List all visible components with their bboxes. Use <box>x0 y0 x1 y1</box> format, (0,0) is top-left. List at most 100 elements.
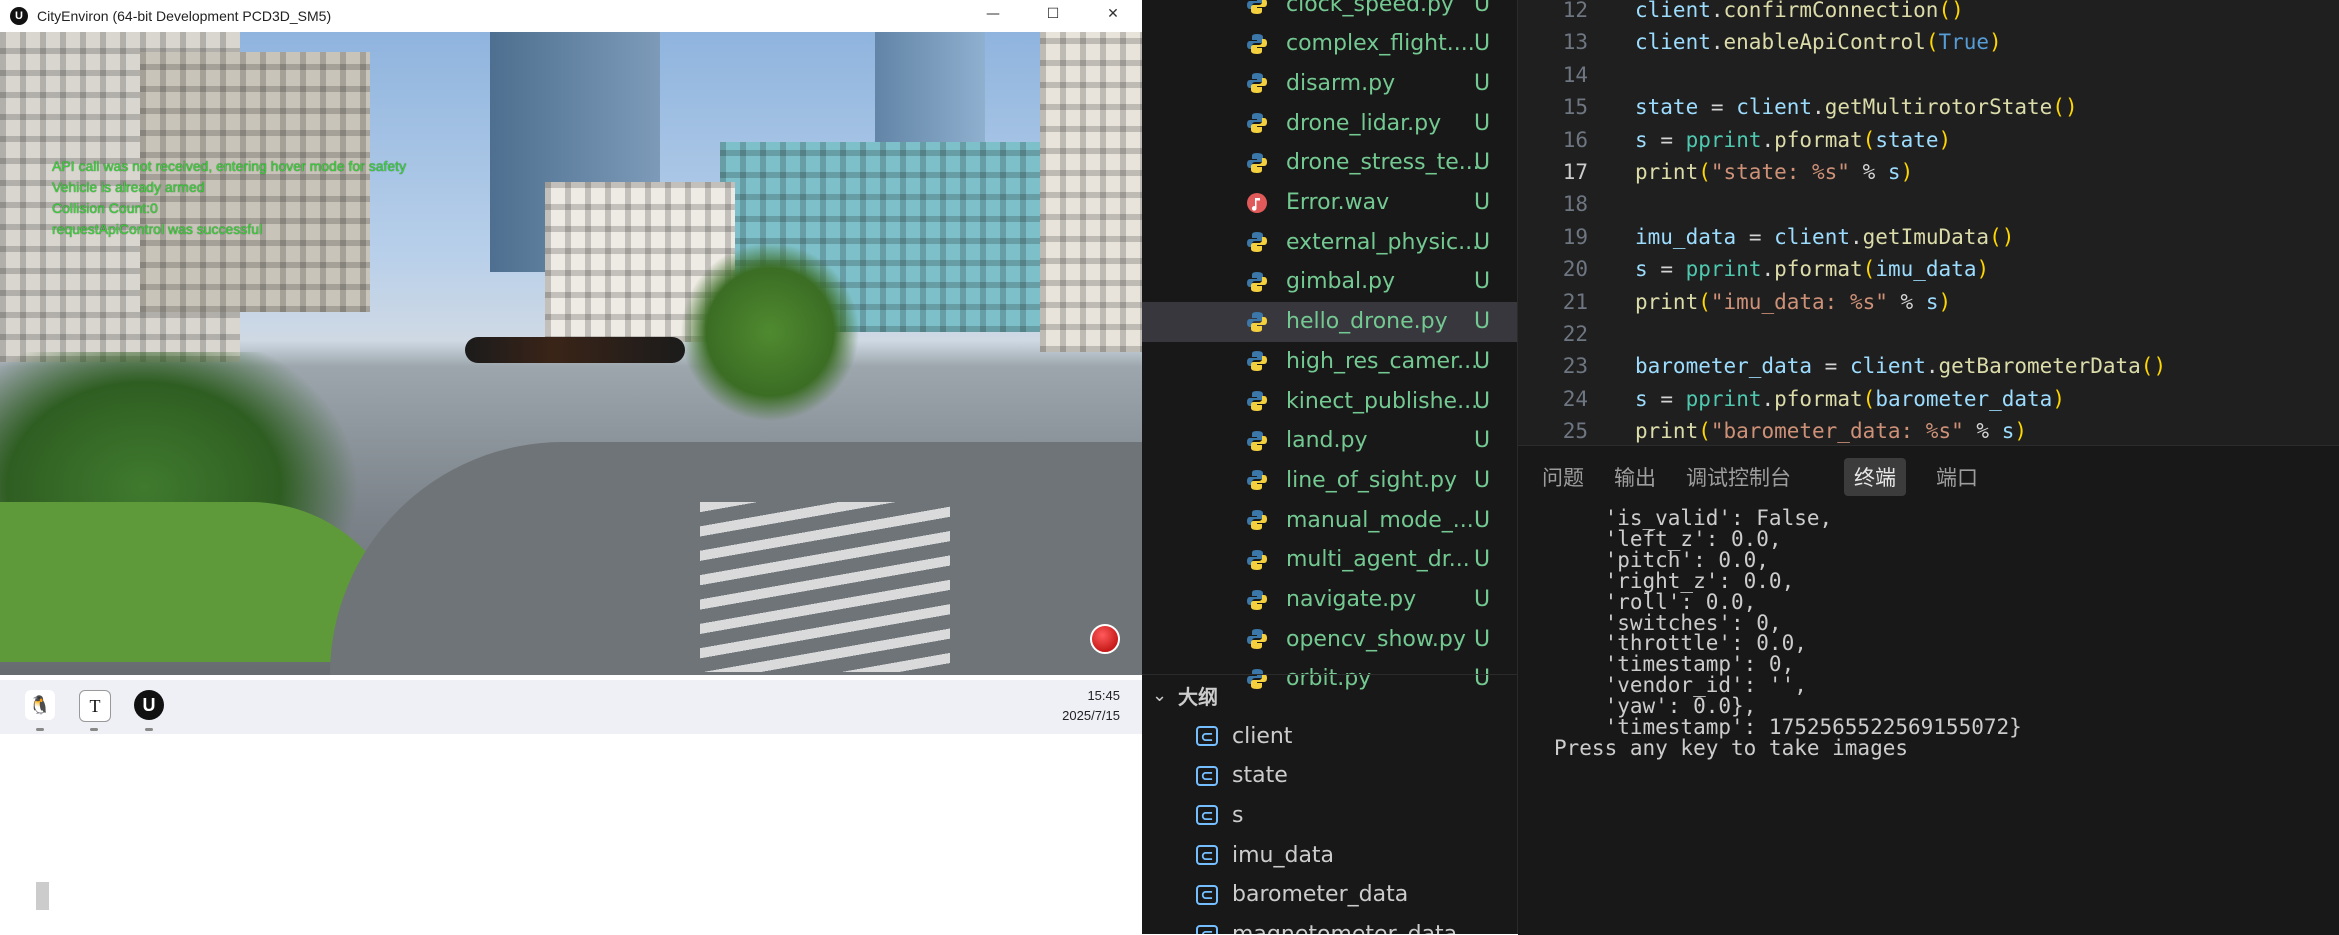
variable-icon: ⊂ <box>1196 805 1218 826</box>
python-icon <box>1246 350 1268 372</box>
file-name: gimbal.py <box>1286 269 1396 295</box>
outline-item[interactable]: ⊂ barometer_data <box>1142 875 1517 915</box>
outline-item[interactable]: ⊂ client <box>1142 716 1517 756</box>
outline-item[interactable]: ⊂ magnetometer_data <box>1142 915 1517 934</box>
python-icon <box>1246 33 1268 55</box>
window-title: CityEnviron (64-bit Development PCD3D_SM… <box>37 8 332 24</box>
hud-message: API call was not received, entering hove… <box>52 158 407 174</box>
git-status-badge: U <box>1474 31 1491 57</box>
bottom-panel: 问题 输出 调试控制台 终端 端口 'is_valid': False, 'le… <box>1518 445 2339 935</box>
unreal-icon[interactable]: U <box>134 690 164 720</box>
file-name: drone_stress_te... <box>1286 150 1480 176</box>
file-item[interactable]: high_res_camer... U <box>1142 341 1517 381</box>
code-line[interactable]: 18 <box>1518 188 2339 220</box>
maximize-button[interactable]: ☐ <box>1024 0 1082 28</box>
file-name: multi_agent_dr... <box>1286 547 1470 573</box>
code-line[interactable]: 14 <box>1518 59 2339 91</box>
git-status-badge: U <box>1474 110 1491 136</box>
file-item[interactable]: line_of_sight.py U <box>1142 460 1517 500</box>
file-item[interactable]: disarm.py U <box>1142 63 1517 103</box>
file-item[interactable]: manual_mode_... U <box>1142 500 1517 540</box>
code-line[interactable]: 20 s = pprint.pformat(imu_data) <box>1518 253 2339 285</box>
code-line[interactable]: 24 s = pprint.pformat(barometer_data) <box>1518 383 2339 415</box>
code-line[interactable]: 15 state = client.getMultirotorState() <box>1518 91 2339 123</box>
line-number: 16 <box>1562 127 1588 152</box>
code-line[interactable]: 22 <box>1518 318 2339 350</box>
qq-icon[interactable]: 🐧 <box>25 690 55 720</box>
file-item[interactable]: external_physic... U <box>1142 222 1517 262</box>
hud-message: requestApiControl was successful <box>52 221 263 237</box>
file-item[interactable]: opencv_show.py U <box>1142 619 1517 659</box>
close-button[interactable]: ✕ <box>1084 0 1142 28</box>
typora-icon[interactable]: T <box>79 690 111 722</box>
record-button[interactable] <box>1090 624 1120 654</box>
file-name: external_physic... <box>1286 229 1480 255</box>
outline-header[interactable]: ⌄ 大纲 <box>1142 674 1517 715</box>
tab-problems[interactable]: 问题 <box>1532 458 1594 496</box>
line-number: 19 <box>1562 224 1588 249</box>
git-status-badge: U <box>1474 269 1491 295</box>
code-line[interactable]: 25 print("barometer_data: %s" % s) <box>1518 415 2339 445</box>
tab-debug-console[interactable]: 调试控制台 <box>1676 458 1801 496</box>
chevron-down-icon: ⌄ <box>1152 684 1168 706</box>
file-item[interactable]: multi_agent_dr... U <box>1142 540 1517 580</box>
code-text: client.enableApiControl(True) <box>1635 30 2002 55</box>
file-item[interactable]: hello_drone.py U <box>1142 301 1517 342</box>
git-status-badge: U <box>1474 428 1491 454</box>
code-line[interactable]: 13 client.enableApiControl(True) <box>1518 26 2339 58</box>
code-line[interactable]: 12 client.confirmConnection() <box>1518 0 2339 26</box>
file-item[interactable]: drone_stress_te... U <box>1142 143 1517 183</box>
file-item[interactable]: clock_speed.py U <box>1142 0 1517 24</box>
tab-ports[interactable]: 端口 <box>1926 458 1988 496</box>
tab-output[interactable]: 输出 <box>1604 458 1666 496</box>
outline-item-label: state <box>1232 763 1288 789</box>
code-line[interactable]: 17 print("state: %s" % s) <box>1518 156 2339 188</box>
file-name: disarm.py <box>1286 70 1396 96</box>
file-item[interactable]: kinect_publishe... U <box>1142 381 1517 421</box>
git-status-badge: U <box>1474 626 1491 652</box>
crosswalk <box>700 502 950 672</box>
code-text: s = pprint.pformat(barometer_data) <box>1635 386 2065 411</box>
code-line[interactable]: 16 s = pprint.pformat(state) <box>1518 124 2339 156</box>
python-icon <box>1246 628 1268 650</box>
git-status-badge: U <box>1474 229 1491 255</box>
outline-item[interactable]: ⊂ state <box>1142 756 1517 796</box>
code-line[interactable]: 19 imu_data = client.getImuData() <box>1518 221 2339 253</box>
file-item[interactable]: complex_flight.... U <box>1142 24 1517 64</box>
code-text: s = pprint.pformat(imu_data) <box>1635 257 1990 282</box>
file-item[interactable]: navigate.py U <box>1142 580 1517 620</box>
file-name: manual_mode_... <box>1286 507 1474 533</box>
clock-time[interactable]: 15:45 <box>1087 688 1120 703</box>
window-titlebar[interactable]: U CityEnviron (64-bit Development PCD3D_… <box>0 0 1142 32</box>
outline-item[interactable]: ⊂ s <box>1142 795 1517 835</box>
file-item[interactable]: gimbal.py U <box>1142 262 1517 302</box>
python-icon <box>1246 430 1268 452</box>
file-item[interactable]: Error.wav U <box>1142 183 1517 223</box>
minimize-button[interactable]: — <box>964 0 1022 28</box>
game-viewport[interactable]: API call was not received, entering hove… <box>0 32 1142 675</box>
file-item[interactable]: land.py U <box>1142 421 1517 461</box>
outline-item[interactable]: ⊂ imu_data <box>1142 835 1517 875</box>
code-line[interactable]: 21 print("imu_data: %s" % s) <box>1518 286 2339 318</box>
code-text: print("imu_data: %s" % s) <box>1635 289 1952 314</box>
python-icon <box>1246 72 1268 94</box>
code-editor[interactable]: 12 client.confirmConnection() 13 client.ena… <box>1518 0 2339 445</box>
variable-icon: ⊂ <box>1196 924 1218 934</box>
taskbar-indicator <box>36 728 44 731</box>
python-icon <box>1246 231 1268 253</box>
tab-terminal[interactable]: 终端 <box>1844 458 1906 496</box>
python-icon <box>1246 390 1268 412</box>
code-line[interactable]: 23 barometer_data = client.getBarometerDa… <box>1518 350 2339 382</box>
clock-date[interactable]: 2025/7/15 <box>1062 708 1120 723</box>
code-text: state = client.getMultirotorState() <box>1635 95 2078 120</box>
git-status-badge: U <box>1474 587 1491 612</box>
line-number: 13 <box>1562 30 1588 55</box>
file-name: high_res_camer... <box>1286 348 1479 374</box>
code-text: s = pprint.pformat(state) <box>1635 127 1952 152</box>
terminal-line: Press any key to take images <box>1554 735 1909 760</box>
taskbar-indicator <box>90 728 98 731</box>
file-item[interactable]: drone_lidar.py U <box>1142 103 1517 143</box>
git-status-badge: U <box>1474 70 1491 96</box>
python-icon <box>1246 152 1268 174</box>
line-number: 18 <box>1562 192 1588 217</box>
